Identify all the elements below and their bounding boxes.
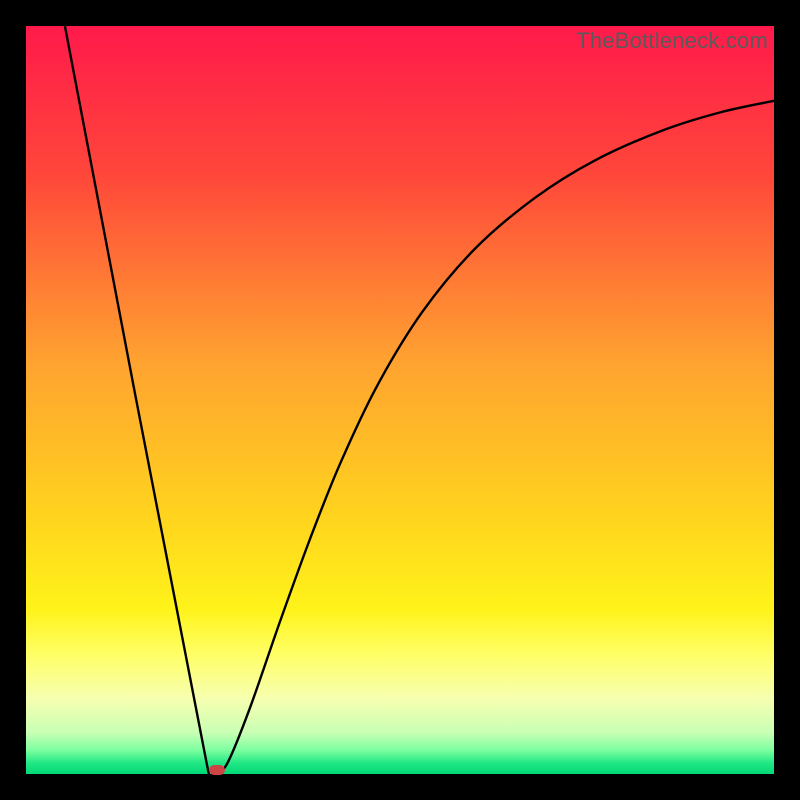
chart-frame: TheBottleneck.com [26, 26, 774, 774]
gradient-background [26, 26, 774, 774]
watermark-text: TheBottleneck.com [576, 28, 768, 54]
bottleneck-chart [26, 26, 774, 774]
optimal-point-marker [209, 765, 225, 775]
